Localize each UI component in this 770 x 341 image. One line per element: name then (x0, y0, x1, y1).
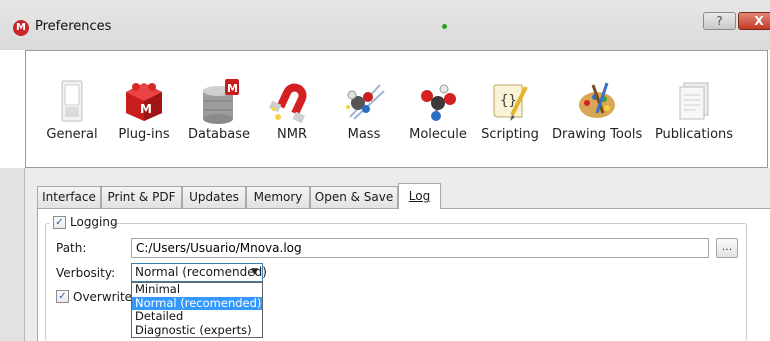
category-label: Mass (347, 127, 381, 142)
svg-text:M: M (227, 82, 238, 95)
status-indicator-icon (442, 24, 447, 29)
logging-checkbox[interactable]: ✓ (53, 216, 66, 229)
documents-icon (679, 82, 709, 120)
browse-button[interactable]: ... (716, 238, 738, 258)
window-title: Preferences (35, 19, 112, 34)
verbosity-label: Verbosity: (56, 266, 116, 280)
category-label: NMR (277, 127, 307, 142)
help-button[interactable]: ? (703, 12, 736, 30)
palette-icon (579, 82, 615, 118)
category-plug-ins[interactable]: M Plug-ins (114, 61, 174, 161)
overwrite-label: Overwrite (73, 290, 133, 304)
title-bar: M Preferences ? X (0, 0, 770, 50)
category-molecule[interactable]: Molecule (406, 61, 470, 161)
category-nmr[interactable]: NMR (264, 61, 320, 161)
magnet-icon (268, 83, 307, 124)
category-mass[interactable]: Mass (336, 61, 392, 161)
category-label: General (46, 127, 98, 142)
overwrite-checkbox[interactable]: ✓ (56, 290, 69, 303)
verbosity-option-diagnostic[interactable]: Diagnostic (experts) (132, 323, 262, 338)
molecule-icon (421, 84, 456, 121)
chevron-down-icon: ▼ (251, 267, 258, 277)
category-panel: General M Plug-ins M Database NMR Mass M… (25, 50, 768, 168)
category-database[interactable]: M Database (184, 61, 254, 161)
app-logo-icon: M (13, 20, 29, 36)
category-drawing-tools[interactable]: Drawing Tools (552, 61, 642, 161)
category-label: Database (187, 127, 251, 142)
category-label: Plug-ins (118, 127, 170, 142)
left-divider (0, 168, 25, 341)
close-button[interactable]: X (738, 12, 770, 30)
verbosity-option-normal[interactable]: Normal (recomended) (132, 296, 262, 310)
tab-log-label: Log (408, 189, 431, 203)
svg-text:M: M (140, 102, 152, 116)
verbosity-select[interactable]: Normal (recomended) ▼ (131, 263, 267, 282)
tab-print-pdf[interactable]: Print & PDF (101, 186, 182, 208)
tab-open-save[interactable]: Open & Save (310, 186, 398, 208)
category-label: Publications (654, 127, 734, 142)
category-general[interactable]: General (36, 61, 108, 161)
category-label: Drawing Tools (552, 127, 643, 142)
database-icon: M (203, 79, 239, 124)
tab-interface[interactable]: Interface (37, 186, 101, 208)
verbosity-dropdown-list: Minimal Normal (recomended) Detailed Dia… (131, 282, 263, 338)
logging-label: Logging (70, 215, 118, 229)
tab-updates[interactable]: Updates (182, 186, 246, 208)
verbosity-option-minimal[interactable]: Minimal (132, 282, 262, 297)
verbosity-option-detailed[interactable]: Detailed (132, 309, 262, 324)
mass-spec-icon (346, 84, 385, 120)
path-label: Path: (56, 241, 87, 255)
category-scripting[interactable]: {} Scripting (478, 61, 542, 161)
tab-log[interactable]: Log (398, 183, 441, 209)
plugin-cube-icon: M (126, 83, 162, 121)
category-label: Molecule (409, 127, 467, 142)
category-publications[interactable]: Publications (652, 61, 736, 161)
category-label: Scripting (481, 127, 539, 142)
script-scroll-icon: {} (493, 84, 528, 121)
switch-icon (61, 80, 83, 122)
tab-memory[interactable]: Memory (246, 186, 310, 208)
verbosity-selected-value: Normal (recomended) (135, 265, 267, 279)
path-input[interactable] (131, 238, 709, 258)
